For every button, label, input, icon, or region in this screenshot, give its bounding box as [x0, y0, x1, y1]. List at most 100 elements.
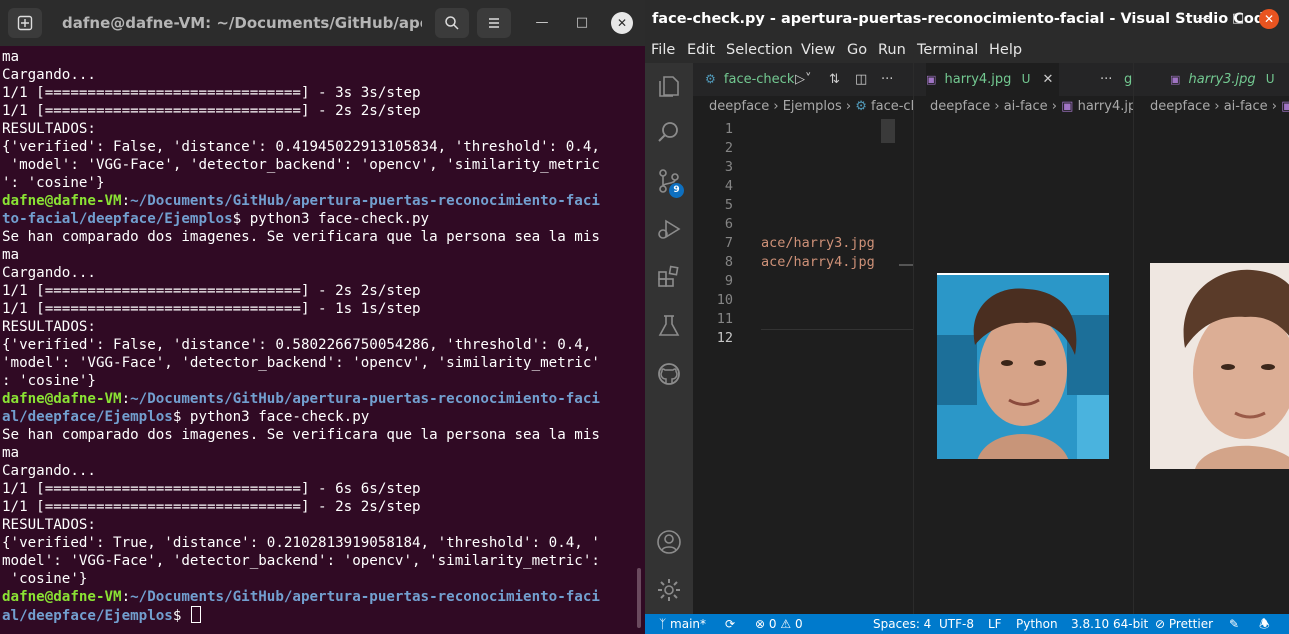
vscode-maximize-button[interactable]: □	[1228, 9, 1248, 29]
menu-file[interactable]: File	[651, 38, 675, 63]
chevron-right-icon: ›	[845, 99, 856, 114]
vscode-close-button[interactable]: ✕	[1259, 9, 1279, 29]
terminal-line: to-facial/deepface/Ejemplos$ python3 fac…	[2, 210, 642, 228]
menu-go[interactable]: Go	[847, 38, 867, 63]
explorer-button[interactable]	[655, 72, 683, 100]
indentation-indicator[interactable]: Spaces: 4	[873, 614, 931, 634]
more-actions-button[interactable]: ···	[1100, 63, 1112, 96]
encoding-indicator[interactable]: UTF-8	[939, 614, 974, 634]
line-text: {'verified': False, 'distance': 0.580226…	[2, 337, 592, 353]
code-line-8[interactable]: ace/harry4.jpg	[761, 253, 875, 272]
vscode-minimize-button[interactable]: —	[1193, 9, 1213, 29]
image-file-icon: ▣	[926, 73, 937, 86]
language-mode-indicator[interactable]: Python	[1016, 614, 1058, 634]
breadcrumb-item[interactable]: deepface	[1150, 99, 1210, 114]
search-view-button[interactable]	[655, 119, 683, 147]
eol-indicator[interactable]: LF	[988, 614, 1002, 634]
terminal-minimize-button[interactable]: —	[531, 12, 553, 34]
python-interpreter-indicator[interactable]: 3.8.10 64-bit	[1071, 614, 1148, 634]
terminal-menu-button[interactable]	[477, 8, 511, 38]
line-number: 9	[724, 273, 733, 289]
terminal-line: Cargando...	[2, 462, 642, 480]
terminal-line: al/deepface/Ejemplos$ python3 face-check…	[2, 408, 642, 426]
menu-selection[interactable]: Selection	[726, 38, 793, 63]
line-text: Se han comparado dos imagenes. Se verifi…	[2, 427, 600, 443]
line-number: 5	[724, 197, 733, 213]
terminal-scrollbar[interactable]	[637, 568, 641, 628]
minimize-icon: —	[1196, 11, 1210, 26]
prettier-check-icon: ⊘	[1155, 617, 1166, 631]
menu-run[interactable]: Run	[878, 38, 906, 63]
chevron-right-icon: ›	[994, 99, 1004, 114]
portrait-photo	[1150, 263, 1289, 469]
error-count: 0	[768, 617, 777, 631]
breadcrumb-item[interactable]: deepface	[709, 99, 769, 114]
tab-harry3[interactable]: ▣ harry3.jpg U	[1170, 63, 1275, 96]
terminal-header-bar: dafne@dafne-VM: ~/Documents/GitHub/apert…	[0, 0, 645, 46]
line-text: $	[172, 608, 190, 624]
error-icon: ⊗	[755, 617, 766, 631]
vscode-window-title: face-check.py - apertura-puertas-reconoc…	[652, 11, 1275, 27]
prompt-path: ~/Documents/GitHub/apertura-puertas-reco…	[130, 193, 600, 209]
accounts-button[interactable]	[655, 528, 683, 556]
breadcrumb-item[interactable]: Ejemplos	[783, 99, 842, 114]
extensions-icon	[658, 265, 679, 287]
menu-edit[interactable]: Edit	[687, 38, 715, 63]
play-icon: ▷˅	[795, 72, 812, 87]
close-tab-icon[interactable]: ✕	[1043, 72, 1054, 87]
tab-harry4[interactable]: ▣ harry4.jpg U ✕	[926, 63, 1060, 96]
terminal-line: model': 'VGG-Face', 'detector_backend': …	[2, 552, 642, 570]
terminal-search-button[interactable]	[435, 8, 469, 38]
menu-help[interactable]: Help	[989, 38, 1022, 63]
run-debug-button[interactable]	[655, 215, 683, 243]
split-editor-button[interactable]: ◫	[855, 63, 867, 96]
tab-face-check[interactable]: ⚙ face-check	[705, 63, 794, 96]
image-preview-harry3[interactable]	[1150, 263, 1289, 469]
minimap[interactable]	[881, 119, 895, 143]
terminal-window[interactable]: dafne@dafne-VM: ~/Documents/GitHub/apert…	[0, 0, 645, 634]
chevron-right-icon: ›	[1214, 99, 1224, 114]
tab-overflow-partial[interactable]: g U	[1124, 63, 1133, 96]
notifications-button[interactable]: 🕭	[1259, 614, 1270, 634]
prettier-indicator[interactable]: ⊘ Prettier	[1155, 614, 1213, 634]
tab-label: harry4.jpg	[944, 72, 1012, 87]
image-preview-harry4[interactable]	[937, 273, 1109, 459]
more-actions-button[interactable]: ···	[881, 63, 893, 96]
live-share-button[interactable]: ✎	[1229, 614, 1239, 634]
prompt-path: al/deepface/Ejemplos	[2, 608, 173, 624]
line-number: 2	[724, 140, 733, 156]
terminal-close-button[interactable]: ✕	[611, 12, 633, 34]
breadcrumb-item[interactable]: harry4.jpg	[1078, 99, 1133, 114]
breadcrumb: deepface › ai-face › ▣ harry4.jpg	[914, 96, 1133, 118]
breadcrumb-item[interactable]: ai-face	[1224, 99, 1268, 114]
run-python-file-button[interactable]: ▷˅	[795, 63, 812, 96]
problems-indicator[interactable]: ⊗ 0 ⚠ 0	[755, 614, 803, 634]
code-line-7[interactable]: ace/harry3.jpg	[761, 234, 875, 253]
github-button[interactable]	[655, 360, 683, 388]
terminal-output[interactable]: ma Cargando... 1/1 [======================…	[2, 48, 642, 624]
warning-icon: ⚠	[780, 617, 792, 631]
sync-button[interactable]: ⟳	[725, 614, 735, 634]
manage-button[interactable]	[655, 576, 683, 604]
line-number: 4	[724, 178, 733, 194]
menu-terminal[interactable]: Terminal	[917, 38, 978, 63]
line-text: : 'cosine'}	[2, 373, 96, 389]
new-tab-button[interactable]	[8, 8, 42, 38]
prompt-path: to-facial/deepface/Ejemplos	[2, 211, 233, 227]
vscode-window: face-check.py - apertura-puertas-reconoc…	[645, 0, 1289, 634]
breadcrumb-item[interactable]: ai-face	[1004, 99, 1048, 114]
line-text: RESULTADOS:	[2, 121, 96, 137]
breadcrumb-item[interactable]: deepface	[930, 99, 990, 114]
terminal-maximize-button[interactable]: □	[571, 12, 593, 34]
search-icon	[658, 122, 678, 142]
testing-button[interactable]	[655, 312, 683, 340]
extensions-button[interactable]	[655, 263, 683, 291]
branch-indicator[interactable]: ᛉ main*	[659, 614, 706, 634]
prompt-user: dafne@dafne-VM	[2, 589, 122, 605]
breadcrumb-item[interactable]: face-ch	[871, 99, 913, 114]
open-changes-button[interactable]: ⇅	[829, 63, 840, 96]
menu-view[interactable]: View	[801, 38, 835, 63]
line-text: 'cosine'}	[2, 571, 88, 587]
tab-label: face-check	[723, 72, 795, 87]
terminal-line: al/deepface/Ejemplos$	[2, 606, 642, 624]
